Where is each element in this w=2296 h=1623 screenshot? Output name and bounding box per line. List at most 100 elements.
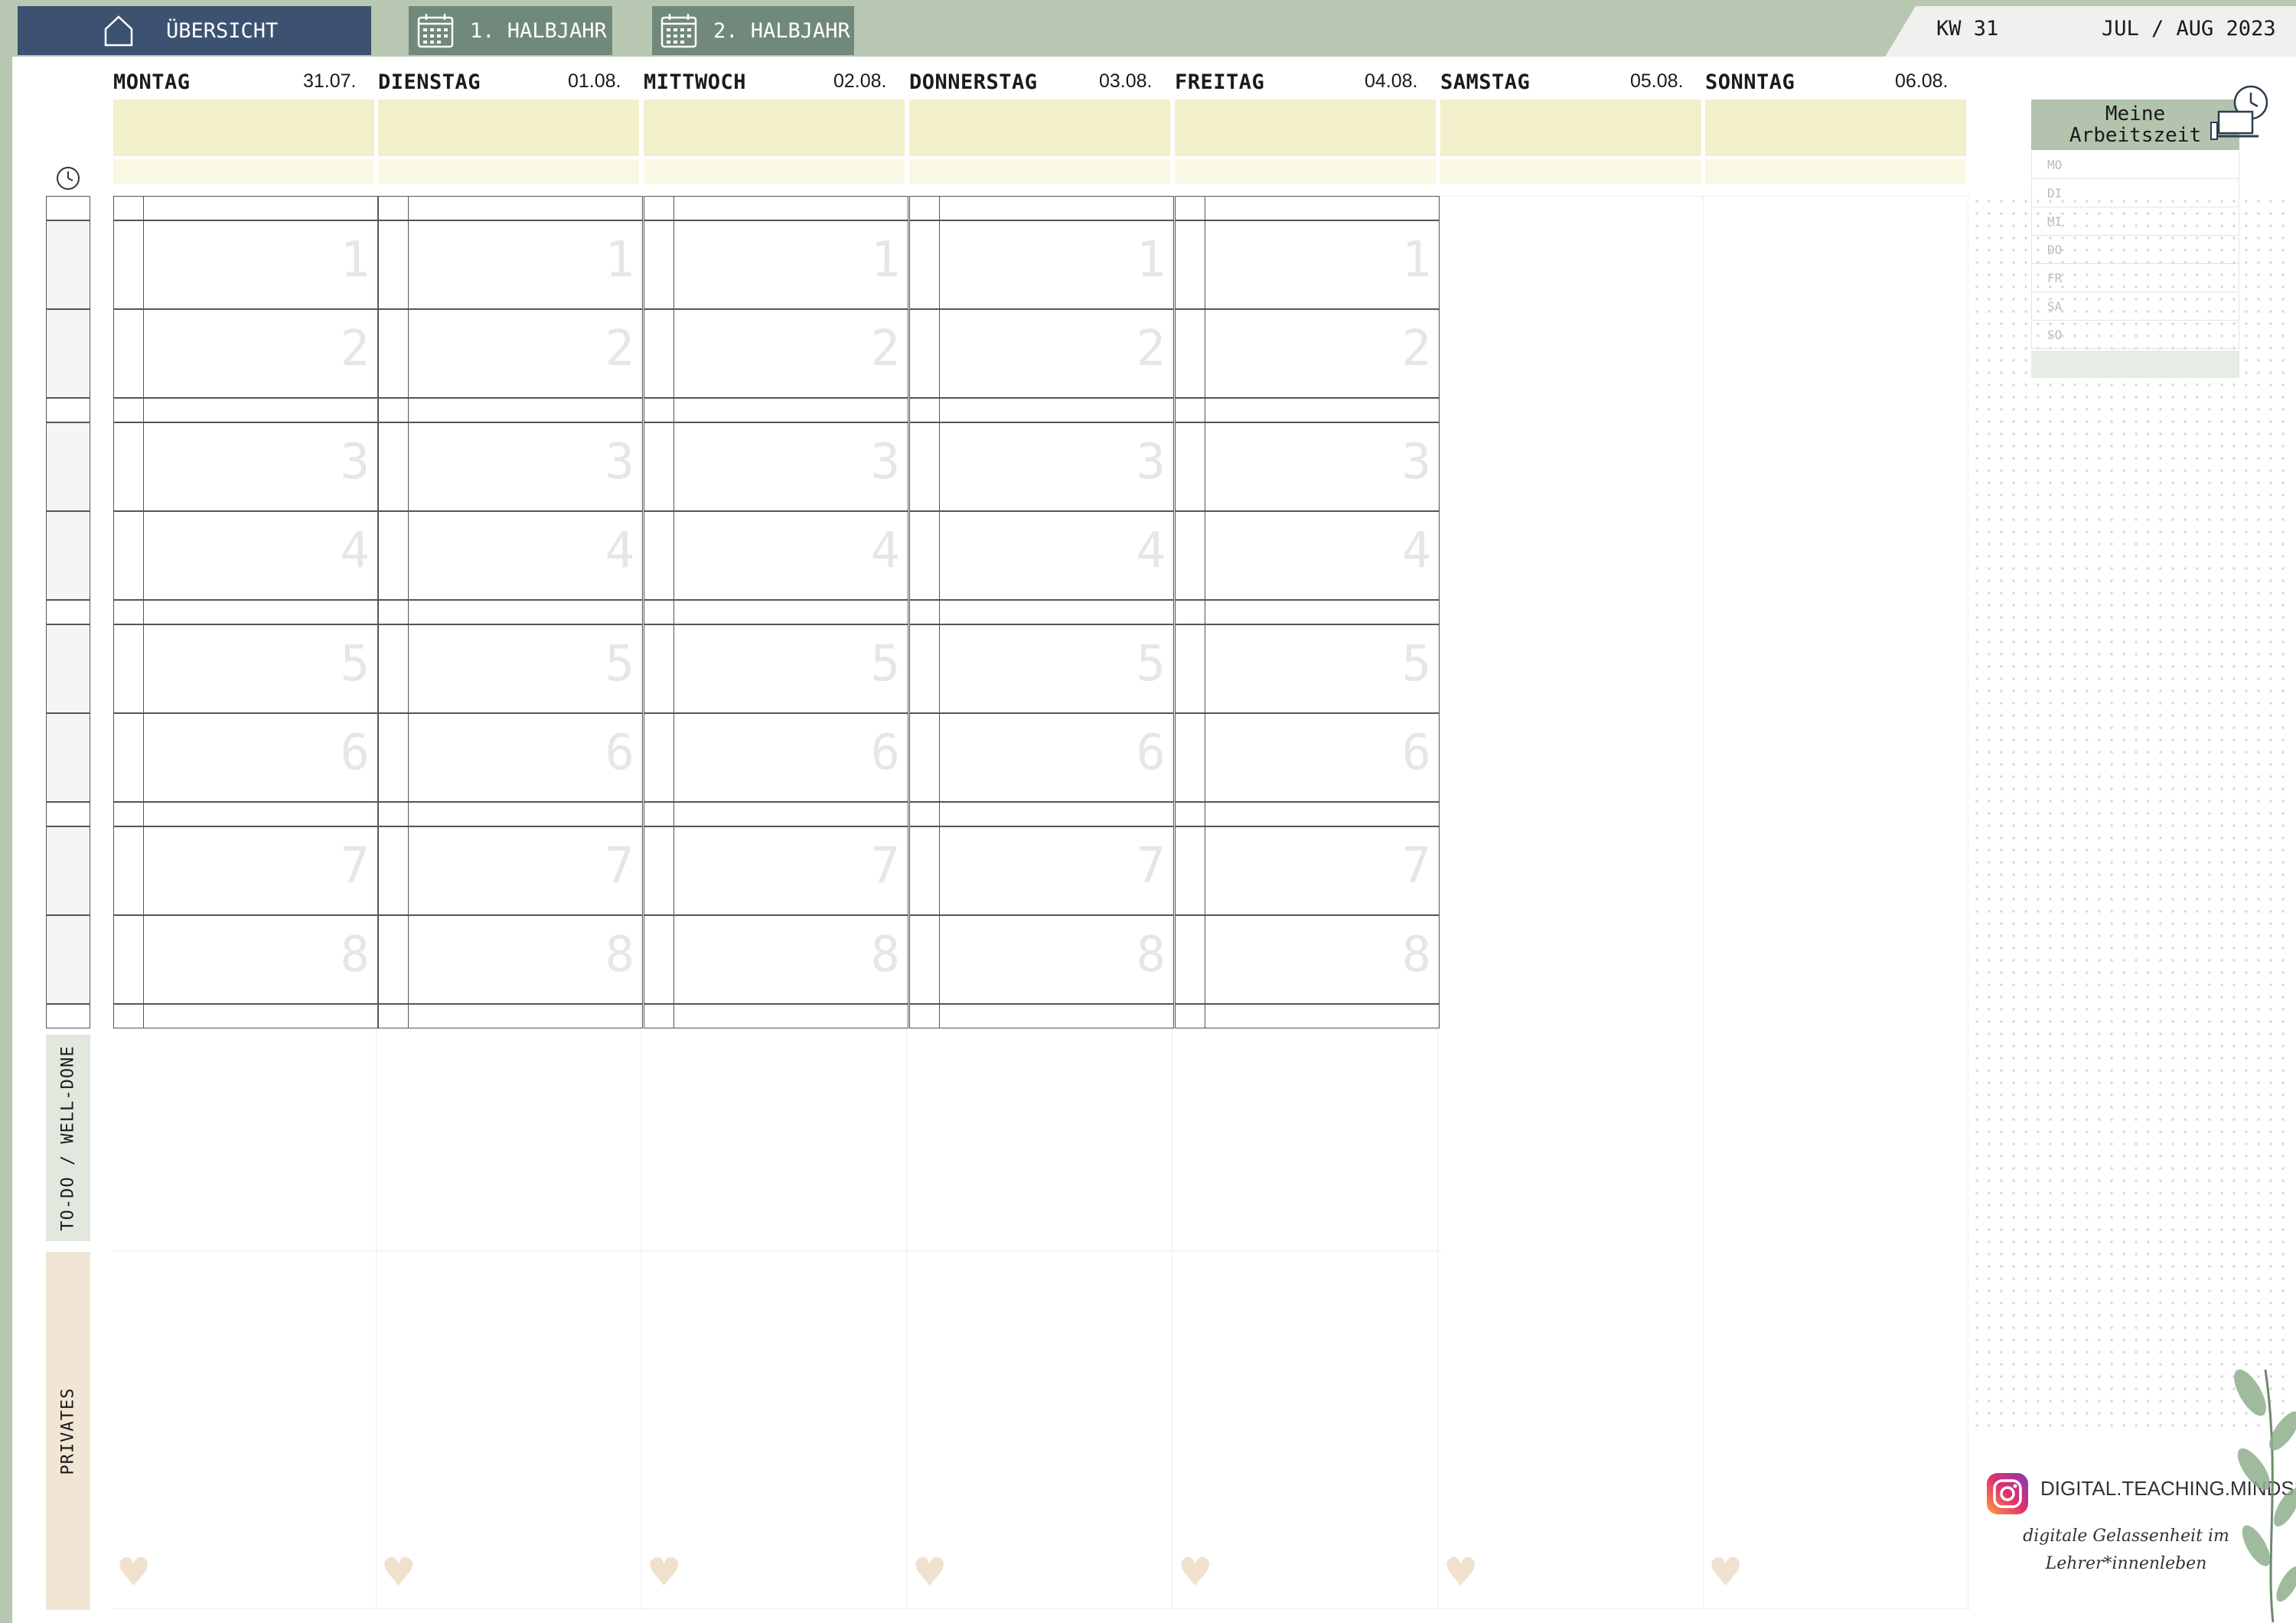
lesson-cell[interactable]: 1: [673, 220, 908, 309]
lesson-cell[interactable]: 7: [143, 826, 378, 915]
lesson-cell[interactable]: 7: [408, 826, 643, 915]
room-cell[interactable]: [644, 826, 674, 915]
lesson-cell[interactable]: 8: [1205, 915, 1440, 1004]
lesson-cell[interactable]: 4: [1205, 511, 1440, 600]
break-cell[interactable]: [939, 802, 1174, 826]
day-subnote-field[interactable]: [644, 159, 905, 184]
break-cell[interactable]: [1205, 1004, 1440, 1028]
room-cell[interactable]: [644, 713, 674, 802]
break-cell[interactable]: [673, 600, 908, 624]
room-cell[interactable]: [909, 826, 940, 915]
room-cell[interactable]: [644, 600, 674, 624]
instagram-icon[interactable]: [1985, 1471, 2030, 1516]
room-cell[interactable]: [644, 398, 674, 422]
room-cell[interactable]: [909, 309, 940, 398]
lesson-cell[interactable]: 1: [1205, 220, 1440, 309]
privates-area[interactable]: [1175, 1252, 1437, 1608]
break-cell[interactable]: [939, 600, 1174, 624]
lesson-cell[interactable]: 2: [939, 309, 1174, 398]
break-cell[interactable]: [408, 398, 643, 422]
period-time-cell[interactable]: [46, 713, 90, 802]
room-cell[interactable]: [378, 600, 409, 624]
room-cell[interactable]: [909, 220, 940, 309]
lesson-cell[interactable]: 1: [939, 220, 1174, 309]
break-cell[interactable]: [408, 196, 643, 220]
worktime-total[interactable]: [2031, 350, 2239, 378]
room-cell[interactable]: [644, 802, 674, 826]
room-cell[interactable]: [1175, 713, 1205, 802]
break-time-cell[interactable]: [46, 802, 90, 826]
worktime-row[interactable]: FR: [2031, 265, 2239, 292]
break-cell[interactable]: [673, 802, 908, 826]
period-time-cell[interactable]: [46, 915, 90, 1004]
day-note-field[interactable]: [113, 99, 374, 156]
room-cell[interactable]: [909, 624, 940, 713]
lesson-cell[interactable]: 4: [939, 511, 1174, 600]
day-note-field[interactable]: [644, 99, 905, 156]
period-time-cell[interactable]: [46, 511, 90, 600]
break-cell[interactable]: [143, 398, 378, 422]
break-cell[interactable]: [143, 802, 378, 826]
lesson-cell[interactable]: 6: [673, 713, 908, 802]
room-cell[interactable]: [644, 422, 674, 511]
room-cell[interactable]: [909, 398, 940, 422]
todo-area[interactable]: [644, 1025, 906, 1252]
lesson-cell[interactable]: 7: [673, 826, 908, 915]
period-time-cell[interactable]: [46, 826, 90, 915]
day-subnote-field[interactable]: [113, 159, 374, 184]
worktime-row[interactable]: MO: [2031, 152, 2239, 179]
break-cell[interactable]: [939, 196, 1174, 220]
day-subnote-field[interactable]: [378, 159, 639, 184]
break-cell[interactable]: [408, 600, 643, 624]
lesson-cell[interactable]: 6: [939, 713, 1174, 802]
privates-area[interactable]: [644, 1252, 906, 1608]
lesson-cell[interactable]: 5: [408, 624, 643, 713]
room-cell[interactable]: [909, 422, 940, 511]
room-cell[interactable]: [644, 915, 674, 1004]
privates-area[interactable]: [1705, 1252, 1968, 1608]
room-cell[interactable]: [909, 196, 940, 220]
period-time-cell[interactable]: [46, 624, 90, 713]
room-cell[interactable]: [113, 422, 144, 511]
room-cell[interactable]: [1175, 398, 1205, 422]
break-cell[interactable]: [673, 1004, 908, 1028]
break-cell[interactable]: [408, 802, 643, 826]
lesson-cell[interactable]: 3: [408, 422, 643, 511]
todo-area[interactable]: [909, 1025, 1172, 1252]
privates-area[interactable]: [909, 1252, 1172, 1608]
lesson-cell[interactable]: 6: [1205, 713, 1440, 802]
room-cell[interactable]: [113, 802, 144, 826]
room-cell[interactable]: [1175, 600, 1205, 624]
room-cell[interactable]: [1175, 915, 1205, 1004]
dot-grid-notes[interactable]: [1971, 195, 2285, 1435]
privates-area[interactable]: [1440, 1252, 1703, 1608]
room-cell[interactable]: [113, 398, 144, 422]
worktime-row[interactable]: DI: [2031, 180, 2239, 207]
lesson-cell[interactable]: 4: [673, 511, 908, 600]
room-cell[interactable]: [113, 826, 144, 915]
room-cell[interactable]: [378, 713, 409, 802]
lesson-cell[interactable]: 5: [673, 624, 908, 713]
break-cell[interactable]: [939, 1004, 1174, 1028]
break-cell[interactable]: [143, 600, 378, 624]
privates-area[interactable]: [378, 1252, 641, 1608]
todo-area[interactable]: [378, 1025, 641, 1252]
lesson-cell[interactable]: 3: [673, 422, 908, 511]
room-cell[interactable]: [378, 309, 409, 398]
day-subnote-field[interactable]: [1705, 159, 1966, 184]
room-cell[interactable]: [113, 600, 144, 624]
lesson-cell[interactable]: 8: [939, 915, 1174, 1004]
room-cell[interactable]: [644, 220, 674, 309]
room-cell[interactable]: [909, 713, 940, 802]
room-cell[interactable]: [113, 1004, 144, 1028]
tab-second-half[interactable]: 2. HALBJAHR: [652, 6, 854, 55]
lesson-cell[interactable]: 8: [143, 915, 378, 1004]
lesson-cell[interactable]: 5: [1205, 624, 1440, 713]
room-cell[interactable]: [378, 398, 409, 422]
room-cell[interactable]: [644, 1004, 674, 1028]
room-cell[interactable]: [378, 915, 409, 1004]
room-cell[interactable]: [378, 196, 409, 220]
room-cell[interactable]: [378, 624, 409, 713]
break-cell[interactable]: [1205, 398, 1440, 422]
worktime-row[interactable]: SA: [2031, 293, 2239, 321]
